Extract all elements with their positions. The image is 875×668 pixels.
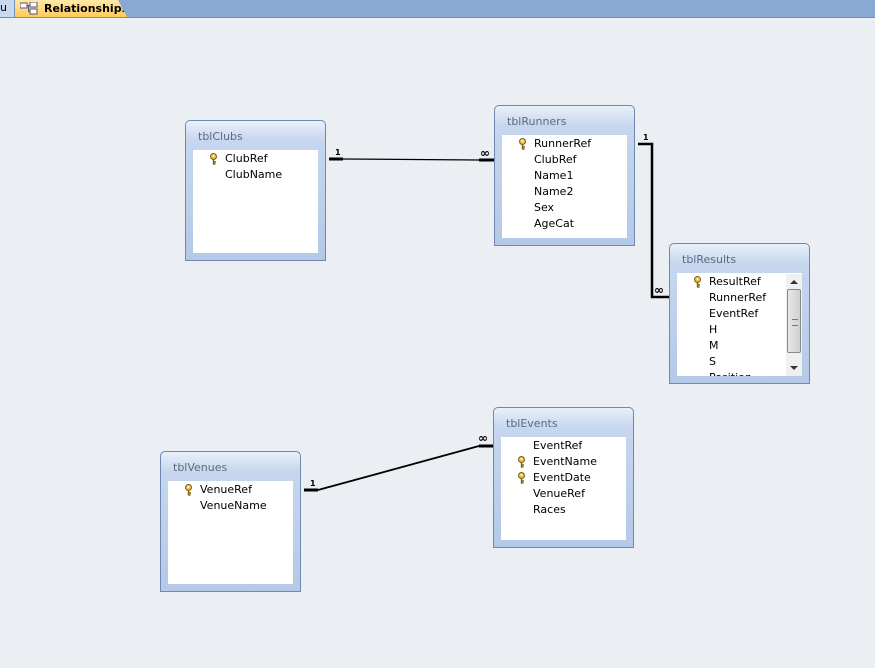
field-name: RunnerRef — [534, 137, 592, 150]
scroll-up-arrow-icon[interactable] — [790, 280, 798, 284]
field-name: EventRef — [533, 439, 583, 452]
field-row[interactable]: S — [677, 354, 787, 370]
field-list: EventRef EventName EventDate VenueRef Races — [501, 437, 626, 540]
cardinality-one: 1 — [643, 133, 649, 142]
field-list: RunnerRef ClubRef Name1 Name2 Sex AgeCat — [502, 135, 627, 238]
field-row[interactable]: EventName — [501, 454, 626, 470]
field-name: M — [709, 339, 719, 352]
field-name: Name1 — [534, 169, 574, 182]
table-title[interactable]: tblEvents — [506, 417, 558, 430]
primary-key-icon — [518, 472, 525, 484]
field-row[interactable]: EventDate — [501, 470, 626, 486]
table-events[interactable]: tblEvents EventRef EventName EventDate Venue… — [493, 407, 634, 548]
field-row[interactable]: RunnerRef — [502, 136, 627, 152]
field-name: Sex — [534, 201, 555, 214]
field-name: Races — [533, 503, 566, 516]
field-list: ClubRef ClubName — [193, 150, 318, 253]
field-name: ClubName — [225, 168, 283, 181]
field-row[interactable]: M — [677, 338, 787, 354]
field-row[interactable]: Name2 — [502, 184, 627, 200]
field-row[interactable]: H — [677, 322, 787, 338]
table-runners[interactable]: tblRunners RunnerRef ClubRef Name1 Name2 Sex A… — [494, 105, 635, 246]
field-name: AgeCat — [534, 217, 575, 230]
field-row[interactable]: ClubRef — [502, 152, 627, 168]
field-name: RunnerRef — [709, 291, 767, 304]
cardinality-one: 1 — [335, 148, 341, 157]
field-row[interactable]: ResultRef — [677, 274, 787, 290]
field-row[interactable]: EventRef — [677, 306, 787, 322]
field-name: EventName — [533, 455, 597, 468]
field-name: S — [709, 355, 716, 368]
primary-key-icon — [519, 138, 526, 150]
table-title[interactable]: tblRunners — [507, 115, 566, 128]
field-row[interactable]: EventRef — [501, 438, 626, 454]
field-list: VenueRef VenueName — [168, 481, 293, 584]
field-row[interactable]: VenueRef — [501, 486, 626, 502]
field-name: ResultRef — [709, 275, 761, 288]
field-name: Name2 — [534, 185, 574, 198]
field-row[interactable]: ClubName — [193, 167, 318, 183]
grip-icon — [792, 319, 798, 326]
table-title[interactable]: tblResults — [682, 253, 736, 266]
field-list: ResultRef RunnerRef EventRef HMS Position — [677, 273, 802, 376]
field-row[interactable]: Name1 — [502, 168, 627, 184]
primary-key-icon — [518, 456, 525, 468]
table-title[interactable]: tblClubs — [198, 130, 243, 143]
field-row[interactable]: AgeCat — [502, 216, 627, 232]
relationship-runners-results[interactable] — [638, 142, 669, 299]
scrollbar[interactable] — [786, 274, 802, 376]
field-row[interactable]: RunnerRef — [677, 290, 787, 306]
field-row[interactable]: VenueRef — [168, 482, 293, 498]
cardinality-many: ∞ — [480, 146, 490, 160]
field-row[interactable]: Races — [501, 502, 626, 518]
primary-key-icon — [185, 484, 192, 496]
field-row[interactable]: Position — [677, 370, 787, 376]
table-clubs[interactable]: tblClubs ClubRef ClubName — [185, 120, 326, 261]
table-title[interactable]: tblVenues — [173, 461, 227, 474]
table-results[interactable]: tblResults ResultRef RunnerRef EventRef HMSP… — [669, 243, 810, 384]
cardinality-many: ∞ — [478, 431, 488, 445]
cardinality-many: ∞ — [654, 283, 664, 297]
field-name: EventRef — [709, 307, 759, 320]
field-name: ClubRef — [225, 152, 268, 165]
table-venues[interactable]: tblVenues VenueRef VenueName — [160, 451, 301, 592]
field-name: Position — [709, 370, 752, 376]
cardinality-one: 1 — [310, 479, 316, 488]
field-name: VenueName — [200, 499, 267, 512]
primary-key-icon — [210, 153, 217, 165]
field-name: EventDate — [533, 471, 591, 484]
field-name: ClubRef — [534, 153, 577, 166]
primary-key-icon — [694, 276, 701, 288]
relationship-venues-events[interactable] — [304, 444, 493, 492]
field-row[interactable]: ClubRef — [193, 151, 318, 167]
scroll-down-arrow-icon[interactable] — [790, 366, 798, 370]
field-name: VenueRef — [533, 487, 585, 500]
field-row[interactable]: Sex — [502, 200, 627, 216]
scroll-thumb[interactable] — [787, 289, 801, 353]
field-name: H — [709, 323, 718, 336]
field-name: VenueRef — [200, 483, 252, 496]
relationship-clubs-runners[interactable] — [329, 157, 494, 162]
field-row[interactable]: VenueName — [168, 498, 293, 514]
